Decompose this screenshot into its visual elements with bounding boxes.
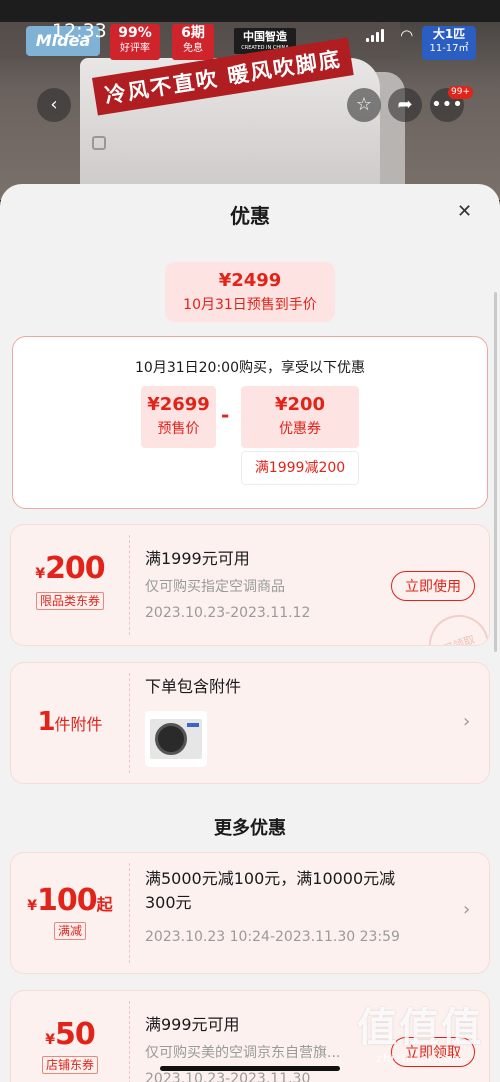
- close-icon[interactable]: ✕: [457, 202, 472, 222]
- share-button[interactable]: ➦: [388, 88, 422, 122]
- offer-title-line1: 满5000元减100元，满10000元减: [145, 869, 396, 888]
- offer-desc: 仅可购买美的空调京东自营旗...: [145, 1045, 341, 1061]
- offer-amount-area: ¥50 店铺东券: [11, 991, 129, 1082]
- outdoor-unit-image: [145, 711, 207, 767]
- coupon-title: 满1999元可用: [145, 549, 250, 568]
- coupon-value: 200: [45, 551, 106, 586]
- discount-sheet: 优惠 ✕ ¥2499 10月31日预售到手价 10月31日20:00购买，享受以…: [0, 184, 500, 1082]
- accessory-unit: 件附件: [54, 715, 103, 734]
- wifi-icon: ◠: [400, 26, 414, 44]
- chevron-right-icon: ›: [463, 899, 471, 920]
- unit-label: [187, 723, 199, 727]
- price-breakdown: 10月31日20:00购买，享受以下优惠 ¥2699 预售价 - ¥200 优惠…: [12, 336, 488, 509]
- offer-period: 2023.10.23 10:24-2023.11.30 23:59: [145, 929, 400, 945]
- coupon-label: 优惠券: [279, 421, 321, 437]
- fan-icon: [155, 723, 187, 755]
- accessory-count-value: 1: [37, 707, 55, 737]
- coupon-condition-chip: 满1999减200: [241, 451, 359, 485]
- rating-label: 好评率: [120, 43, 150, 54]
- site-watermark: 值值值 zhizhizhi.com: [350, 1004, 490, 1070]
- home-indicator[interactable]: [160, 1066, 340, 1071]
- use-now-button[interactable]: 立即使用: [391, 571, 475, 601]
- coupon-card[interactable]: ¥200 限品类东券 满1999元可用 仅可购买指定空调商品 2023.10.2…: [10, 524, 490, 646]
- offer-value: 100: [37, 883, 98, 918]
- status-icons: ◠: [366, 26, 413, 44]
- accessory-card[interactable]: 1件附件 下单包含附件 ›: [10, 662, 490, 784]
- watermark-url: zhizhizhi.com: [376, 1052, 464, 1065]
- coupon-period: 2023.10.23-2023.11.12: [145, 605, 311, 621]
- capacity-text: 大1匹: [432, 27, 466, 41]
- minus-sign: -: [221, 403, 230, 427]
- coupon-price: ¥200: [274, 394, 326, 415]
- accessory-count: 1件附件: [11, 707, 129, 737]
- chevron-left-icon: ‹: [50, 94, 58, 115]
- room-size-text: 11-17㎡: [429, 43, 469, 54]
- rating-badge: 99% 好评率: [110, 24, 160, 60]
- offer-value: 50: [55, 1017, 96, 1052]
- star-icon: ☆: [355, 94, 373, 115]
- offer-type-tag: 店铺东券: [41, 1056, 98, 1074]
- installment-value: 6期: [181, 25, 205, 41]
- installment-label: 免息: [183, 43, 203, 54]
- coupon-amount-area: ¥200 限品类东券: [11, 525, 129, 645]
- back-button[interactable]: ‹: [37, 88, 71, 122]
- final-price-label: 10月31日预售到手价: [183, 297, 317, 313]
- offer-title: 满999元可用: [145, 1015, 240, 1034]
- more-offers-title: 更多优惠: [214, 818, 286, 839]
- sheet-title: 优惠: [230, 204, 270, 228]
- coupon-currency: ¥: [35, 566, 46, 582]
- offer-card[interactable]: ¥100起 满减 满5000元减100元，满10000元减 300元 2023.…: [10, 852, 490, 974]
- offer-amount: ¥50: [11, 1017, 129, 1052]
- coupon-amount: ¥200: [11, 551, 129, 586]
- watermark-logo: 值值值: [357, 1005, 483, 1051]
- offer-title-line2: 300元: [145, 893, 192, 912]
- claimed-stamp-icon: 可领取: [420, 606, 489, 645]
- coupon-price-box: ¥200 优惠券: [241, 386, 359, 448]
- breakdown-heading: 10月31日20:00购买，享受以下优惠: [135, 360, 365, 376]
- signal-icon: [366, 28, 386, 42]
- card-divider: [129, 535, 130, 635]
- offer-amount-area: ¥100起 满减: [11, 853, 129, 973]
- chevron-right-icon: ›: [463, 711, 471, 732]
- scrollbar[interactable]: [494, 292, 497, 652]
- presale-price-box: ¥2699 预售价: [141, 386, 216, 448]
- accessory-count-area: 1件附件: [11, 663, 129, 783]
- capacity-sticker: 大1匹 11-17㎡: [422, 26, 476, 60]
- offer-suffix: 起: [96, 895, 113, 914]
- status-time: 12:33: [52, 20, 107, 42]
- rating-value: 99%: [118, 25, 152, 41]
- presale-price: ¥2699: [147, 394, 210, 415]
- offer-type-tag: 满减: [53, 922, 86, 940]
- ac-logo-icon: [92, 136, 106, 150]
- card-divider: [129, 673, 130, 773]
- final-price: ¥2499: [218, 270, 282, 291]
- presale-label: 预售价: [157, 421, 200, 437]
- favorite-button[interactable]: ☆: [347, 88, 381, 122]
- coupon-type-tag: 限品类东券: [35, 592, 104, 610]
- offer-amount: ¥100起: [11, 883, 129, 918]
- card-divider: [129, 1001, 130, 1082]
- notification-badge: 99+: [448, 86, 473, 99]
- offer-currency: ¥: [45, 1032, 55, 1048]
- final-price-box: ¥2499 10月31日预售到手价: [165, 262, 335, 322]
- offer-currency: ¥: [27, 898, 38, 914]
- cn-brand-text: 中国智造: [243, 30, 287, 43]
- accessory-title: 下单包含附件: [145, 677, 242, 696]
- installment-badge: 6期 免息: [172, 24, 214, 60]
- card-divider: [129, 863, 130, 963]
- coupon-desc: 仅可购买指定空调商品: [145, 579, 285, 595]
- share-icon: ➦: [397, 94, 413, 115]
